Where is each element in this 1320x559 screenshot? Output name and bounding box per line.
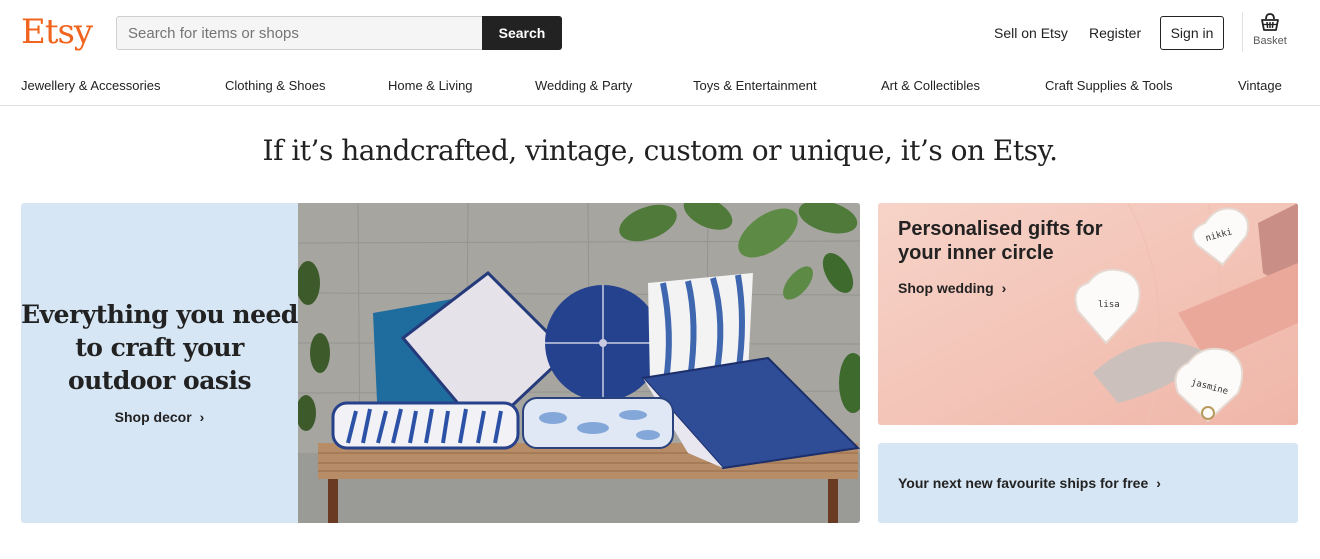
- basket-icon: [1261, 13, 1279, 31]
- hero-banner[interactable]: Everything you need to craft your outdoo…: [21, 203, 860, 523]
- chevron-right-icon: ›: [1156, 475, 1161, 491]
- category-nav: Jewellery & Accessories Clothing & Shoes…: [0, 66, 1320, 106]
- chevron-right-icon: ›: [199, 409, 205, 425]
- basket-label: Basket: [1253, 35, 1287, 47]
- site-header: Etsy Search Sell on Etsy Register Sign i…: [0, 0, 1320, 66]
- free-shipping-link[interactable]: Your next new favourite ships for free ›: [898, 475, 1161, 491]
- shop-decor-label: Shop decor: [114, 409, 192, 425]
- etsy-logo[interactable]: Etsy: [21, 12, 93, 52]
- personalised-gifts-card[interactable]: nikki lisa jasmine Personalised gifts fo…: [878, 203, 1298, 425]
- basket-button[interactable]: Basket: [1248, 12, 1292, 56]
- nav-item-craft-supplies[interactable]: Craft Supplies & Tools: [1045, 78, 1173, 93]
- shop-wedding-label: Shop wedding: [898, 280, 994, 296]
- nav-item-wedding[interactable]: Wedding & Party: [535, 78, 632, 93]
- header-divider: [1242, 12, 1243, 52]
- hero-cushions-image: [298, 203, 860, 523]
- dish-name-lisa: lisa: [1098, 300, 1120, 310]
- search-button[interactable]: Search: [482, 16, 562, 50]
- sell-on-etsy-link[interactable]: Sell on Etsy: [994, 25, 1068, 41]
- nav-item-toys[interactable]: Toys & Entertainment: [693, 78, 817, 93]
- sign-in-button[interactable]: Sign in: [1160, 16, 1224, 50]
- chevron-right-icon: ›: [1001, 280, 1007, 296]
- nav-item-vintage[interactable]: Vintage: [1238, 78, 1282, 93]
- nav-item-home-living[interactable]: Home & Living: [388, 78, 473, 93]
- search-input[interactable]: [116, 16, 484, 50]
- free-shipping-label: Your next new favourite ships for free: [898, 475, 1149, 491]
- nav-item-art[interactable]: Art & Collectibles: [881, 78, 980, 93]
- hero-text-panel: Everything you need to craft your outdoo…: [21, 203, 298, 523]
- search-bar: Search: [116, 16, 562, 50]
- shop-wedding-link[interactable]: Shop wedding ›: [898, 280, 1006, 296]
- register-link[interactable]: Register: [1089, 25, 1141, 41]
- free-shipping-card[interactable]: Your next new favourite ships for free ›: [878, 443, 1298, 523]
- hero-heading: Everything you need to craft your outdoo…: [21, 300, 298, 395]
- nav-item-jewellery[interactable]: Jewellery & Accessories: [21, 78, 160, 93]
- shop-decor-link[interactable]: Shop decor ›: [21, 409, 298, 425]
- nav-item-clothing[interactable]: Clothing & Shoes: [225, 78, 325, 93]
- gifts-heading: Personalised gifts for your inner circle: [898, 218, 1103, 264]
- page-tagline: If it’s handcrafted, vintage, custom or …: [262, 134, 1058, 167]
